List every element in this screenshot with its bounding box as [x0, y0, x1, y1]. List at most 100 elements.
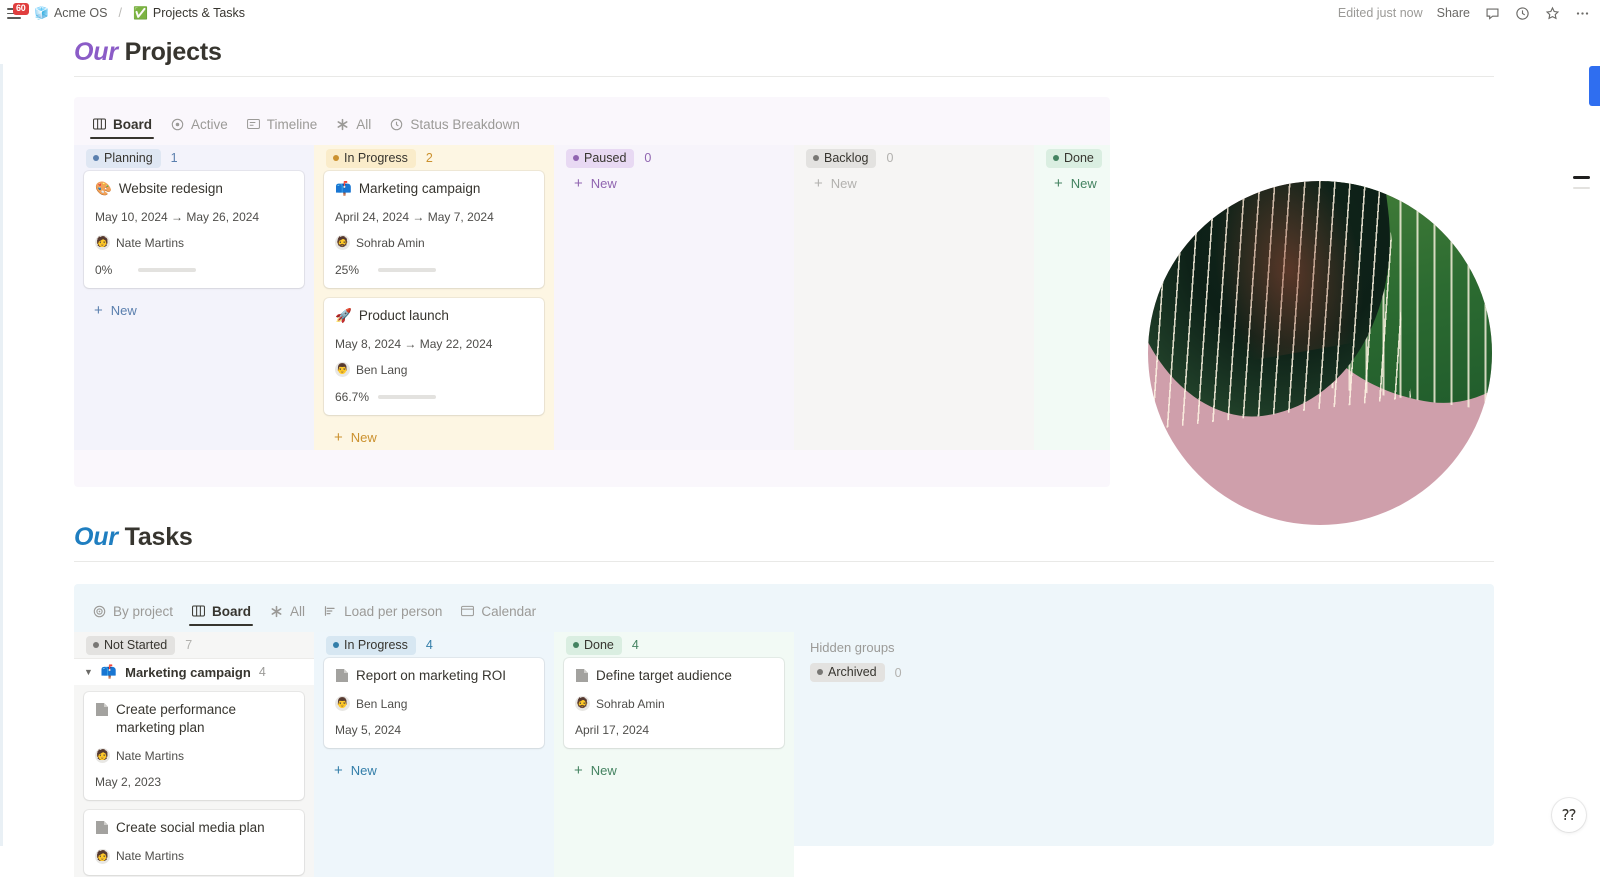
column-count: 0 — [644, 151, 652, 165]
tab-tasks-calendar[interactable]: Calendar — [460, 596, 536, 626]
task-card[interactable]: Create social media plan 🧑 Nate Martins — [84, 810, 304, 875]
side-peek-handle[interactable] — [1589, 66, 1600, 106]
left-rail — [0, 64, 3, 846]
tab-tasks-all-label: All — [290, 603, 306, 619]
new-card-button[interactable]: + New — [564, 758, 784, 783]
task-card-title: Create social media plan — [95, 819, 293, 837]
breadcrumb-workspace[interactable]: Acme OS — [54, 6, 108, 20]
scroll-indicator[interactable] — [1573, 176, 1590, 189]
task-group-name: Marketing campaign — [125, 664, 251, 680]
star-icon[interactable] — [1544, 5, 1560, 21]
new-card-label: New — [1070, 176, 1097, 191]
breadcrumb-page[interactable]: Projects & Tasks — [153, 6, 245, 20]
more-icon[interactable] — [1574, 5, 1590, 21]
project-column-in-progress: In Progress 2 📫 Marketing campaign April 24,… — [314, 145, 554, 451]
tab-tasks-load-per-person-label: Load per person — [344, 603, 443, 619]
status-dot-icon — [93, 641, 99, 648]
column-header[interactable]: In Progress 2 — [324, 145, 544, 171]
comment-icon[interactable] — [1484, 5, 1500, 21]
new-card-button[interactable]: + New — [324, 425, 544, 450]
target-icon — [92, 604, 107, 619]
clock-icon[interactable] — [1514, 5, 1530, 21]
status-label: Done — [584, 637, 614, 652]
projects-page-title: Our Projects — [74, 38, 1494, 77]
project-card[interactable]: 🚀 Product launch May 8, 2024 → May 22, 202… — [324, 298, 544, 416]
task-card[interactable]: Report on marketing ROI 👨 Ben Lang May 5, 2… — [324, 658, 544, 749]
task-title-text: Define target audience — [596, 668, 732, 683]
collapse-triangle-icon[interactable]: ▼ — [84, 667, 93, 677]
new-card-label: New — [830, 176, 857, 191]
column-header[interactable]: Done — [1044, 145, 1102, 171]
tab-projects-status-breakdown[interactable]: Status Breakdown — [389, 109, 520, 139]
column-header[interactable]: Backlog 0 — [804, 145, 1024, 171]
tab-projects-timeline-label: Timeline — [266, 116, 318, 132]
new-card-button[interactable]: + New — [84, 298, 304, 323]
status-dot-icon — [573, 641, 579, 648]
tab-projects-board[interactable]: Board — [89, 109, 155, 139]
task-assignee: 🧑 Nate Martins — [95, 848, 293, 864]
task-card-title: Define target audience — [575, 667, 773, 685]
plus-icon: + — [814, 175, 823, 192]
share-button[interactable]: Share — [1437, 6, 1470, 20]
column-header[interactable]: Not Started 7 — [84, 632, 304, 658]
page-icon — [575, 668, 589, 683]
help-button[interactable]: ⁇ — [1552, 798, 1586, 832]
tab-tasks-calendar-label: Calendar — [481, 603, 537, 619]
column-count: 7 — [185, 638, 193, 652]
column-header[interactable]: Done 4 — [564, 632, 784, 658]
plus-icon: + — [94, 302, 103, 320]
status-dot-icon — [573, 154, 579, 161]
sidebar-toggle-button[interactable]: 60 — [6, 3, 29, 21]
column-header[interactable]: In Progress 4 — [324, 632, 544, 658]
edited-status: Edited just now — [1337, 6, 1423, 20]
column-count: 4 — [631, 638, 639, 652]
project-card[interactable]: 🎨 Website redesign May 10, 2024 → May 26, … — [84, 171, 304, 289]
hidden-group-item[interactable]: Archived 0 — [810, 663, 1054, 682]
status-badge: Paused — [566, 148, 635, 168]
hidden-group-count: 0 — [894, 665, 902, 680]
avatar: 👨 — [335, 696, 350, 712]
tab-projects-board-label: Board — [113, 116, 153, 132]
project-progress-value: 66.7% — [335, 390, 370, 405]
status-badge: Backlog — [806, 148, 877, 168]
avatar: 🧔 — [575, 696, 590, 712]
status-label: In Progress — [344, 150, 408, 165]
new-card-button[interactable]: + New — [324, 758, 544, 783]
status-label: Planning — [104, 150, 153, 165]
breadcrumb-separator: / — [118, 6, 122, 20]
plus-icon: + — [574, 175, 583, 192]
timeline-icon — [246, 117, 261, 132]
tab-projects-status-breakdown-label: Status Breakdown — [410, 116, 520, 132]
project-column-done: Done + New — [1034, 145, 1110, 451]
project-date-range: April 24, 2024 → May 7, 2024 — [335, 210, 494, 225]
projects-title-accent: Our — [74, 38, 118, 66]
green-check-icon: ✅ — [132, 6, 148, 20]
new-card-button[interactable]: + New — [804, 171, 1024, 196]
project-progress: 0% — [95, 263, 293, 277]
task-card[interactable]: Define target audience 🧔 Sohrab Amin April … — [564, 658, 784, 749]
column-header[interactable]: Paused 0 — [564, 145, 784, 171]
status-badge: Done — [1046, 148, 1102, 168]
status-badge: Archived — [810, 663, 885, 682]
status-dot-icon — [817, 669, 823, 675]
tab-tasks-all[interactable]: All — [269, 596, 305, 626]
tab-projects-all[interactable]: All — [335, 109, 371, 139]
task-group-header[interactable]: ▼ 📫 Marketing campaign 4 — [74, 658, 314, 685]
tab-tasks-load-per-person[interactable]: Load per person — [323, 596, 442, 626]
top-bar: 60 🧊 Acme OS / ✅ Projects & Tasks Edited… — [0, 0, 1600, 26]
new-card-button[interactable]: + New — [564, 171, 784, 196]
project-column-paused: Paused 0 + New — [554, 145, 794, 451]
project-card[interactable]: 📫 Marketing campaign April 24, 2024 → May … — [324, 171, 544, 289]
task-date: May 2, 2023 — [95, 775, 162, 790]
tab-tasks-by-project[interactable]: By project — [92, 596, 173, 626]
tab-tasks-board[interactable]: Board — [189, 596, 254, 626]
tasks-title-accent: Our — [74, 523, 118, 551]
projects-columns: Planning 1 🎨 Website redesign May 10, 2024 →… — [74, 139, 1110, 451]
tab-projects-timeline[interactable]: Timeline — [246, 109, 318, 139]
new-card-button[interactable]: + New — [1044, 171, 1100, 196]
column-header[interactable]: Planning 1 — [84, 145, 304, 171]
new-card-label: New — [110, 303, 137, 319]
tab-tasks-board-label: Board — [212, 603, 252, 619]
tab-projects-active[interactable]: Active — [170, 109, 228, 139]
task-card[interactable]: Create performance marketing plan 🧑 Nate M… — [84, 692, 304, 801]
